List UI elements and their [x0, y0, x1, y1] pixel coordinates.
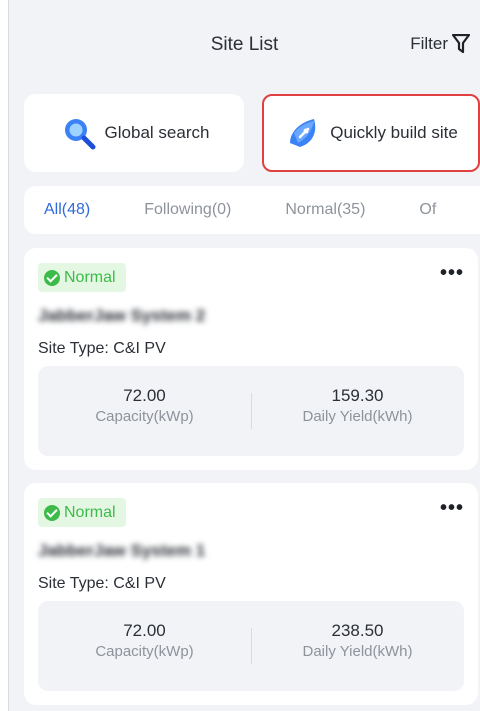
- daily-yield-stat: 159.30 Daily Yield(kWh): [251, 386, 464, 425]
- status-badge: Normal: [38, 263, 126, 292]
- filter-icon: [452, 34, 470, 54]
- check-circle-icon: [44, 269, 60, 286]
- global-search-label: Global search: [104, 123, 210, 142]
- check-circle-icon: [44, 504, 60, 521]
- status-tabs: All(48) Following(0) Normal(35) Of: [24, 186, 480, 234]
- site-stats: 72.00 Capacity(kWp) 159.30 Daily Yield(k…: [38, 366, 464, 456]
- daily-yield-value: 238.50: [331, 621, 384, 640]
- site-type: Site Type: C&I PV: [38, 575, 166, 592]
- daily-yield-value: 159.30: [331, 386, 384, 405]
- header: Site List Filter: [9, 0, 480, 94]
- site-card[interactable]: Normal ••• JabberJaw System 2 Site Type:…: [24, 248, 478, 470]
- status-label: Normal: [64, 503, 116, 521]
- filter-button[interactable]: Filter: [410, 34, 470, 54]
- tab-all[interactable]: All(48): [24, 201, 90, 219]
- site-stats: 72.00 Capacity(kWp) 238.50 Daily Yield(k…: [38, 601, 464, 691]
- quick-build-site-label: Quickly build site: [330, 123, 458, 142]
- daily-yield-label: Daily Yield(kWh): [302, 643, 413, 660]
- capacity-value: 72.00: [123, 621, 166, 640]
- site-name: JabberJaw System 2: [38, 306, 206, 325]
- site-type: Site Type: C&I PV: [38, 340, 166, 357]
- site-name: JabberJaw System 1: [38, 541, 206, 560]
- tab-following[interactable]: Following(0): [124, 201, 231, 219]
- capacity-label: Capacity(kWp): [95, 408, 194, 425]
- status-label: Normal: [64, 268, 116, 286]
- capacity-stat: 72.00 Capacity(kWp): [38, 621, 251, 660]
- daily-yield-label: Daily Yield(kWh): [302, 408, 413, 425]
- capacity-label: Capacity(kWp): [95, 643, 194, 660]
- tab-normal[interactable]: Normal(35): [265, 201, 365, 219]
- search-icon: [59, 113, 99, 153]
- capacity-stat: 72.00 Capacity(kWp): [38, 386, 251, 425]
- more-options-icon[interactable]: •••: [440, 263, 464, 283]
- filter-label: Filter: [410, 34, 448, 53]
- quick-build-site-button[interactable]: Quickly build site: [262, 94, 480, 172]
- rocket-icon: [284, 113, 324, 153]
- capacity-value: 72.00: [123, 386, 166, 405]
- status-badge: Normal: [38, 498, 126, 527]
- window-left-edge: [0, 0, 9, 711]
- global-search-button[interactable]: Global search: [24, 94, 244, 172]
- tab-offline-partial[interactable]: Of: [399, 201, 436, 219]
- more-options-icon[interactable]: •••: [440, 498, 464, 518]
- site-card[interactable]: Normal ••• JabberJaw System 1 Site Type:…: [24, 483, 478, 705]
- daily-yield-stat: 238.50 Daily Yield(kWh): [251, 621, 464, 660]
